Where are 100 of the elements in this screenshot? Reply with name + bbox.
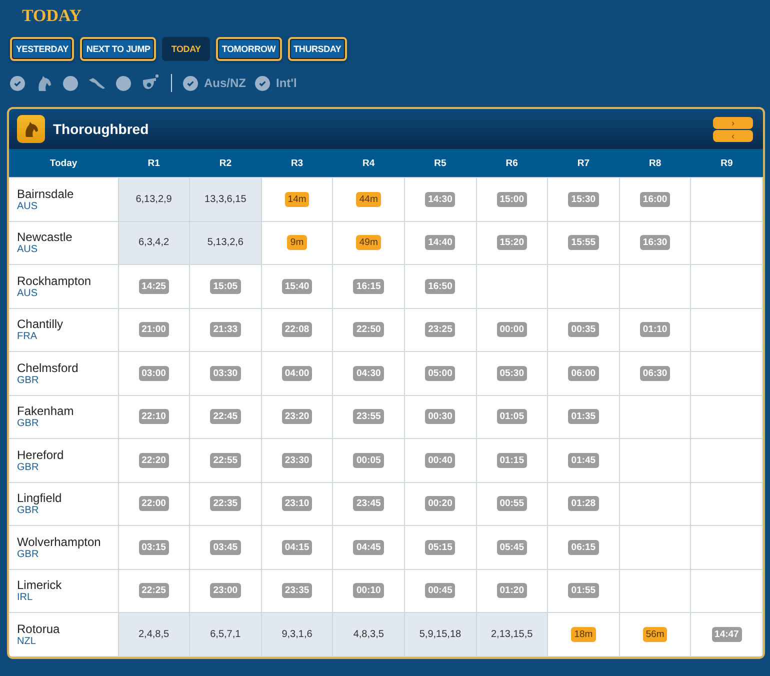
scroll-button[interactable]: ‹ (713, 130, 753, 142)
race-time-badge[interactable]: 04:45 (353, 540, 384, 555)
venue-name[interactable]: Bairnsdale (17, 186, 118, 201)
race-time-badge[interactable]: 00:05 (353, 452, 384, 468)
countdown-badge[interactable]: 18m (571, 626, 596, 642)
race-time-badge[interactable]: 06:15 (568, 540, 599, 555)
race-time-badge[interactable]: 14:40 (425, 235, 456, 250)
result-text: 6,13,2,9 (136, 194, 172, 205)
race-time-badge[interactable]: 00:00 (496, 322, 527, 338)
venue-name[interactable]: Rotorua (17, 622, 118, 636)
race-time-badge[interactable]: 22:35 (210, 496, 241, 512)
day-tab[interactable]: YESTERDAY (10, 37, 74, 61)
race-time-badge[interactable]: 22:10 (138, 409, 169, 424)
country-code: AUS (17, 200, 38, 212)
countdown-badge[interactable]: 56m (642, 626, 668, 642)
race-time-badge[interactable]: 00:45 (425, 583, 456, 598)
race-time-badge[interactable]: 14:47 (712, 626, 742, 642)
race-time-badge[interactable]: 03:30 (210, 366, 241, 381)
race-time-badge[interactable]: 23:25 (425, 322, 456, 338)
checkbox[interactable] (255, 76, 270, 90)
race-time-badge[interactable]: 23:20 (282, 409, 312, 424)
scroll-button[interactable]: › (713, 116, 753, 128)
race-time-badge[interactable]: 22:25 (138, 583, 169, 598)
race-time-badge[interactable]: 00:55 (496, 496, 527, 512)
checkbox[interactable] (183, 76, 198, 90)
venue-name[interactable]: Chelmsford (17, 360, 118, 375)
country-code: GBR (17, 374, 39, 386)
race-time-badge[interactable]: 04:00 (282, 366, 312, 381)
race-time-badge[interactable]: 21:00 (138, 322, 169, 338)
race-time-badge[interactable]: 23:30 (282, 452, 312, 468)
venue-name[interactable]: Newcastle (17, 230, 118, 244)
column-header: R9 (720, 158, 733, 168)
race-time-badge[interactable]: 01:55 (568, 583, 599, 598)
country-code: GBR (17, 462, 39, 473)
race-time-badge[interactable]: 00:20 (425, 496, 456, 512)
checkbox[interactable] (116, 76, 131, 90)
day-tab[interactable]: TOMORROW (216, 37, 282, 61)
venue-name[interactable]: Chantilly (17, 317, 118, 332)
race-time-badge[interactable]: 16:30 (640, 235, 670, 250)
venue-name[interactable]: Fakenham (17, 404, 118, 418)
race-time-badge[interactable]: 22:55 (210, 452, 241, 468)
race-time-badge[interactable]: 05:45 (496, 540, 527, 555)
race-time-badge[interactable]: 14:25 (138, 278, 169, 294)
venue-name[interactable]: Limerick (17, 578, 118, 592)
race-time-badge[interactable]: 05:00 (425, 366, 456, 381)
race-time-badge[interactable]: 21:33 (210, 322, 241, 338)
race-time-badge[interactable]: 16:15 (353, 278, 384, 294)
race-time-badge[interactable]: 06:00 (568, 366, 599, 381)
race-time-badge[interactable]: 15:00 (496, 192, 527, 207)
day-tab[interactable]: TODAY (162, 37, 210, 61)
race-time-badge[interactable]: 01:28 (568, 496, 599, 512)
race-time-badge[interactable]: 15:40 (282, 278, 312, 294)
race-time-badge[interactable]: 01:45 (568, 452, 599, 468)
countdown-badge[interactable]: 44m (356, 192, 381, 207)
race-time-badge[interactable]: 00:30 (425, 409, 456, 424)
race-time-badge[interactable]: 03:45 (210, 540, 241, 555)
race-time-badge[interactable]: 01:15 (496, 452, 527, 468)
race-time-badge[interactable]: 01:35 (568, 409, 599, 424)
race-time-badge[interactable]: 22:50 (353, 322, 384, 338)
race-time-badge[interactable]: 04:15 (282, 540, 312, 555)
race-time-badge[interactable]: 23:10 (282, 496, 312, 512)
day-tab[interactable]: NEXT TO JUMP (80, 37, 156, 61)
race-time-badge[interactable]: 23:45 (353, 496, 384, 512)
race-time-badge[interactable]: 05:30 (496, 366, 527, 381)
race-time-badge[interactable]: 03:15 (138, 540, 169, 555)
race-time-badge[interactable]: 15:05 (210, 278, 241, 294)
race-time-badge[interactable]: 00:40 (425, 452, 456, 468)
race-time-badge[interactable]: 14:30 (425, 192, 456, 207)
countdown-badge[interactable]: 9m (287, 235, 307, 250)
race-time-badge[interactable]: 16:50 (425, 278, 456, 294)
checkbox[interactable] (10, 76, 25, 90)
race-time-badge[interactable]: 15:30 (568, 192, 599, 207)
race-time-badge[interactable]: 22:08 (282, 322, 312, 338)
race-time-badge[interactable]: 23:00 (210, 583, 241, 598)
countdown-badge[interactable]: 49m (356, 235, 381, 250)
venue-name[interactable]: Hereford (17, 448, 118, 462)
race-time-badge[interactable]: 00:10 (353, 583, 384, 598)
race-time-badge[interactable]: 06:30 (640, 366, 670, 381)
checkbox[interactable] (63, 76, 78, 90)
venue-name[interactable]: Rockhampton (17, 274, 118, 288)
venue-name[interactable]: Lingfield (17, 491, 118, 506)
day-tab[interactable]: THURSDAY (288, 37, 348, 61)
race-time-badge[interactable]: 15:55 (568, 235, 599, 250)
checkmark-icon (186, 78, 195, 88)
race-time-badge[interactable]: 01:10 (640, 322, 670, 338)
race-time-badge[interactable]: 22:00 (138, 496, 169, 512)
race-time-badge[interactable]: 22:20 (138, 452, 169, 468)
race-time-badge[interactable]: 16:00 (640, 192, 670, 207)
race-time-badge[interactable]: 05:15 (425, 540, 456, 555)
race-time-badge[interactable]: 01:05 (496, 409, 527, 424)
race-time-badge[interactable]: 01:20 (496, 583, 527, 598)
race-time-badge[interactable]: 04:30 (353, 366, 384, 381)
race-time-badge[interactable]: 23:55 (353, 409, 384, 424)
race-time-badge[interactable]: 00:35 (568, 322, 599, 338)
race-time-badge[interactable]: 23:35 (282, 583, 312, 598)
race-time-badge[interactable]: 15:20 (496, 235, 527, 250)
venue-name[interactable]: Wolverhampton (17, 534, 118, 549)
countdown-badge[interactable]: 14m (284, 192, 310, 207)
race-time-badge[interactable]: 03:00 (138, 366, 169, 381)
race-time-badge[interactable]: 22:45 (210, 409, 241, 424)
